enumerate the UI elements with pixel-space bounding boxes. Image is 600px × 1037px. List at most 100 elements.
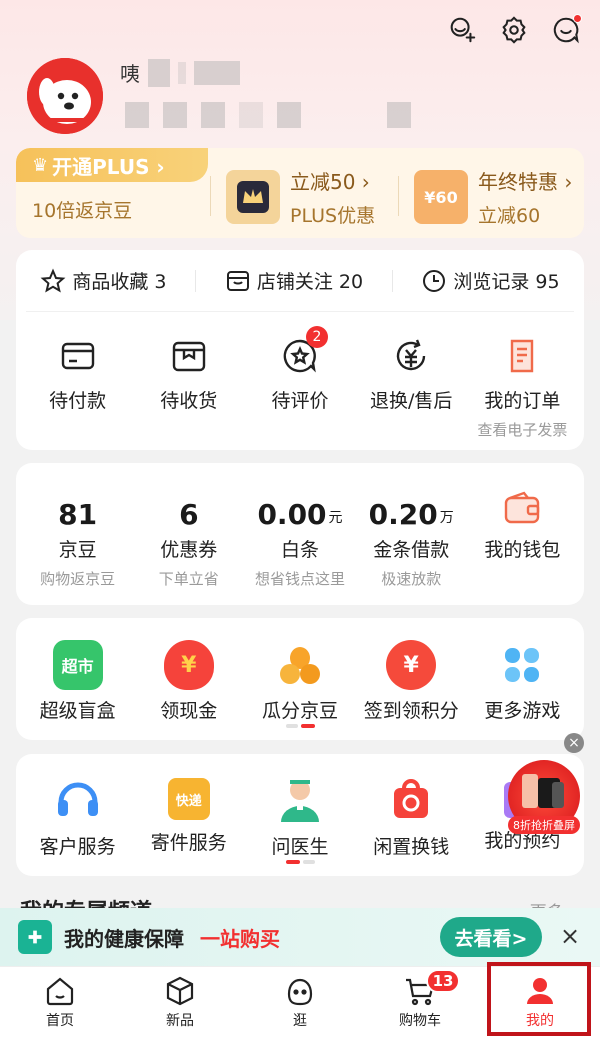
ask-doctor[interactable]: 问医生	[244, 774, 355, 859]
shipping-service[interactable]: 快递 寄件服务	[133, 774, 244, 859]
clock-icon	[423, 269, 446, 292]
order-list-icon	[500, 334, 544, 378]
favorites-row: 商品收藏 3 店铺关注 20 浏览记录 95	[26, 250, 574, 312]
money-bag-icon: ¥	[163, 640, 214, 690]
games-row: 超市 超级盲盒 ¥ 领现金 瓜分京豆 ¥ 签到领积分 更多游戏	[16, 618, 584, 723]
favorites-shops[interactable]: 店铺关注 20	[225, 267, 363, 294]
recycle-bag-icon	[386, 774, 436, 824]
grid-icon	[497, 640, 547, 690]
my-orders[interactable]: 我的订单 查看电子发票	[467, 334, 578, 440]
assets-card: 81 京豆 购物返京豆 6 优惠券 下单立省 0.00 元 白条 想省钱点这里 0…	[16, 463, 584, 605]
medical-kit-icon	[18, 920, 52, 954]
home-icon	[46, 977, 74, 1006]
baitiao-value: 0.00	[257, 498, 327, 531]
review-count-badge: 2	[306, 326, 328, 348]
health-banner-title: 我的健康保障	[64, 926, 184, 951]
headset-icon	[53, 774, 103, 824]
open-plus-button[interactable]: ♛ 开通PLUS ›	[16, 148, 208, 182]
supermarket-gift-icon: 超市	[52, 640, 103, 690]
more-games[interactable]: 更多游戏	[467, 640, 578, 723]
pending-payment[interactable]: 待付款	[22, 334, 133, 440]
shop-icon	[226, 270, 249, 291]
add-friend-icon[interactable]	[446, 14, 478, 46]
invoice-link[interactable]: 查看电子发票	[477, 419, 567, 440]
user-name-prefix: 咦	[120, 62, 140, 86]
browse-history[interactable]: 浏览记录 95	[421, 267, 560, 294]
pending-review[interactable]: 2 待评价	[244, 326, 355, 440]
tab-cart[interactable]: 13 购物车	[360, 967, 480, 1037]
ad-close-icon[interactable]: ×	[564, 733, 584, 753]
top-icon-bar	[446, 14, 582, 46]
plus-crown-icon	[226, 170, 280, 224]
jintiao-value: 0.20	[368, 498, 438, 531]
order-status-row: 待付款 待收货 2 待评价 退换/售后 我的订单 查看电子发票	[16, 326, 584, 440]
super-blind-box[interactable]: 超市 超级盲盒	[22, 640, 133, 723]
plus-discount-title: 立减50 ›	[290, 170, 370, 194]
coupons[interactable]: 6 优惠券 下单立省	[133, 487, 244, 589]
express-box-icon: 快递	[167, 778, 210, 820]
avatar[interactable]	[27, 58, 103, 134]
tab-new[interactable]: 新品	[120, 967, 240, 1037]
user-info-redacted	[125, 102, 411, 128]
orders-card: 商品收藏 3 店铺关注 20 浏览记录 95 待付款 待收货 2 待评价 退换/…	[16, 250, 584, 450]
tab-home[interactable]: 首页	[0, 967, 120, 1037]
star-icon	[40, 267, 66, 293]
year-end-sale-item[interactable]: ¥60 年终特惠 › 立减60	[414, 166, 572, 228]
health-close-icon[interactable]: ×	[560, 922, 580, 950]
claim-cash[interactable]: ¥ 领现金	[133, 640, 244, 723]
divider	[195, 269, 197, 292]
year-end-sale-sub: 立减60	[478, 205, 541, 227]
coupons-value: 6	[179, 498, 199, 531]
message-icon[interactable]	[550, 14, 582, 46]
plus-membership-bar[interactable]: ♛ 开通PLUS › 10倍返京豆 立减50 › PLUS优惠 ¥60 年终特惠…	[16, 148, 584, 238]
health-banner-highlight: 一站购买	[200, 926, 280, 951]
cube-icon	[166, 976, 194, 1006]
split-jd-beans[interactable]: 瓜分京豆	[244, 640, 355, 723]
jd-beans-value: 81	[58, 498, 98, 531]
redacted-name	[194, 60, 240, 85]
games-pager	[286, 724, 315, 728]
favorites-products[interactable]: 商品收藏 3	[40, 267, 166, 294]
divider	[398, 176, 399, 216]
year-end-sale-title: 年终特惠 ›	[478, 170, 573, 194]
assets-row: 81 京豆 购物返京豆 6 优惠券 下单立省 0.00 元 白条 想省钱点这里 0…	[16, 463, 584, 589]
cart-count-badge: 13	[426, 969, 460, 993]
pending-delivery[interactable]: 待收货	[133, 334, 244, 440]
my-wallet[interactable]: 我的钱包	[467, 487, 578, 589]
wallet-card-icon	[56, 334, 100, 378]
coupon-icon: ¥60	[414, 170, 468, 224]
package-icon	[167, 334, 211, 378]
settings-icon[interactable]	[498, 14, 530, 46]
tab-browse[interactable]: 逛	[240, 967, 360, 1037]
user-name: 咦	[120, 58, 240, 87]
plus-rebate-text: 10倍返京豆	[32, 200, 133, 222]
returns-after-sales[interactable]: 退换/售后	[356, 334, 467, 440]
points-coin-icon: ¥	[386, 640, 437, 690]
jd-beans[interactable]: 81 京豆 购物返京豆	[22, 487, 133, 589]
customer-service[interactable]: 客户服务	[22, 774, 133, 859]
idle-exchange[interactable]: 闲置换钱	[356, 774, 467, 859]
wallet-icon	[500, 487, 544, 531]
open-plus-label: 开通PLUS ›	[52, 154, 165, 179]
browse-face-icon	[287, 978, 313, 1006]
health-go-button[interactable]: 去看看>	[440, 917, 542, 957]
checkin-points[interactable]: ¥ 签到领积分	[356, 640, 467, 723]
divider	[210, 176, 211, 216]
crown-icon: ♛	[32, 154, 49, 176]
beans-icon	[275, 640, 325, 690]
ad-label[interactable]: 8折抢折叠屏	[508, 816, 580, 834]
services-card: 客户服务 快递 寄件服务 问医生 闲置换钱 我的预约	[16, 754, 584, 876]
doctor-icon	[275, 774, 325, 824]
plus-discount-sub: PLUS优惠	[290, 205, 376, 227]
plus-discount-item[interactable]: 立减50 › PLUS优惠	[226, 166, 375, 228]
unread-dot	[573, 14, 582, 23]
refund-icon	[389, 334, 433, 378]
divider	[391, 269, 393, 292]
games-card: 超市 超级盲盒 ¥ 领现金 瓜分京豆 ¥ 签到领积分 更多游戏	[16, 618, 584, 740]
redacted-name	[148, 58, 170, 87]
baitiao-credit[interactable]: 0.00 元 白条 想省钱点这里	[244, 487, 355, 589]
health-insurance-banner[interactable]: 我的健康保障 一站购买 去看看> ×	[0, 908, 600, 966]
services-row: 客户服务 快递 寄件服务 问医生 闲置换钱 我的预约	[16, 754, 584, 859]
jintiao-loan[interactable]: 0.20 万 金条借款 极速放款	[356, 487, 467, 589]
active-tab-highlight	[487, 962, 591, 1036]
